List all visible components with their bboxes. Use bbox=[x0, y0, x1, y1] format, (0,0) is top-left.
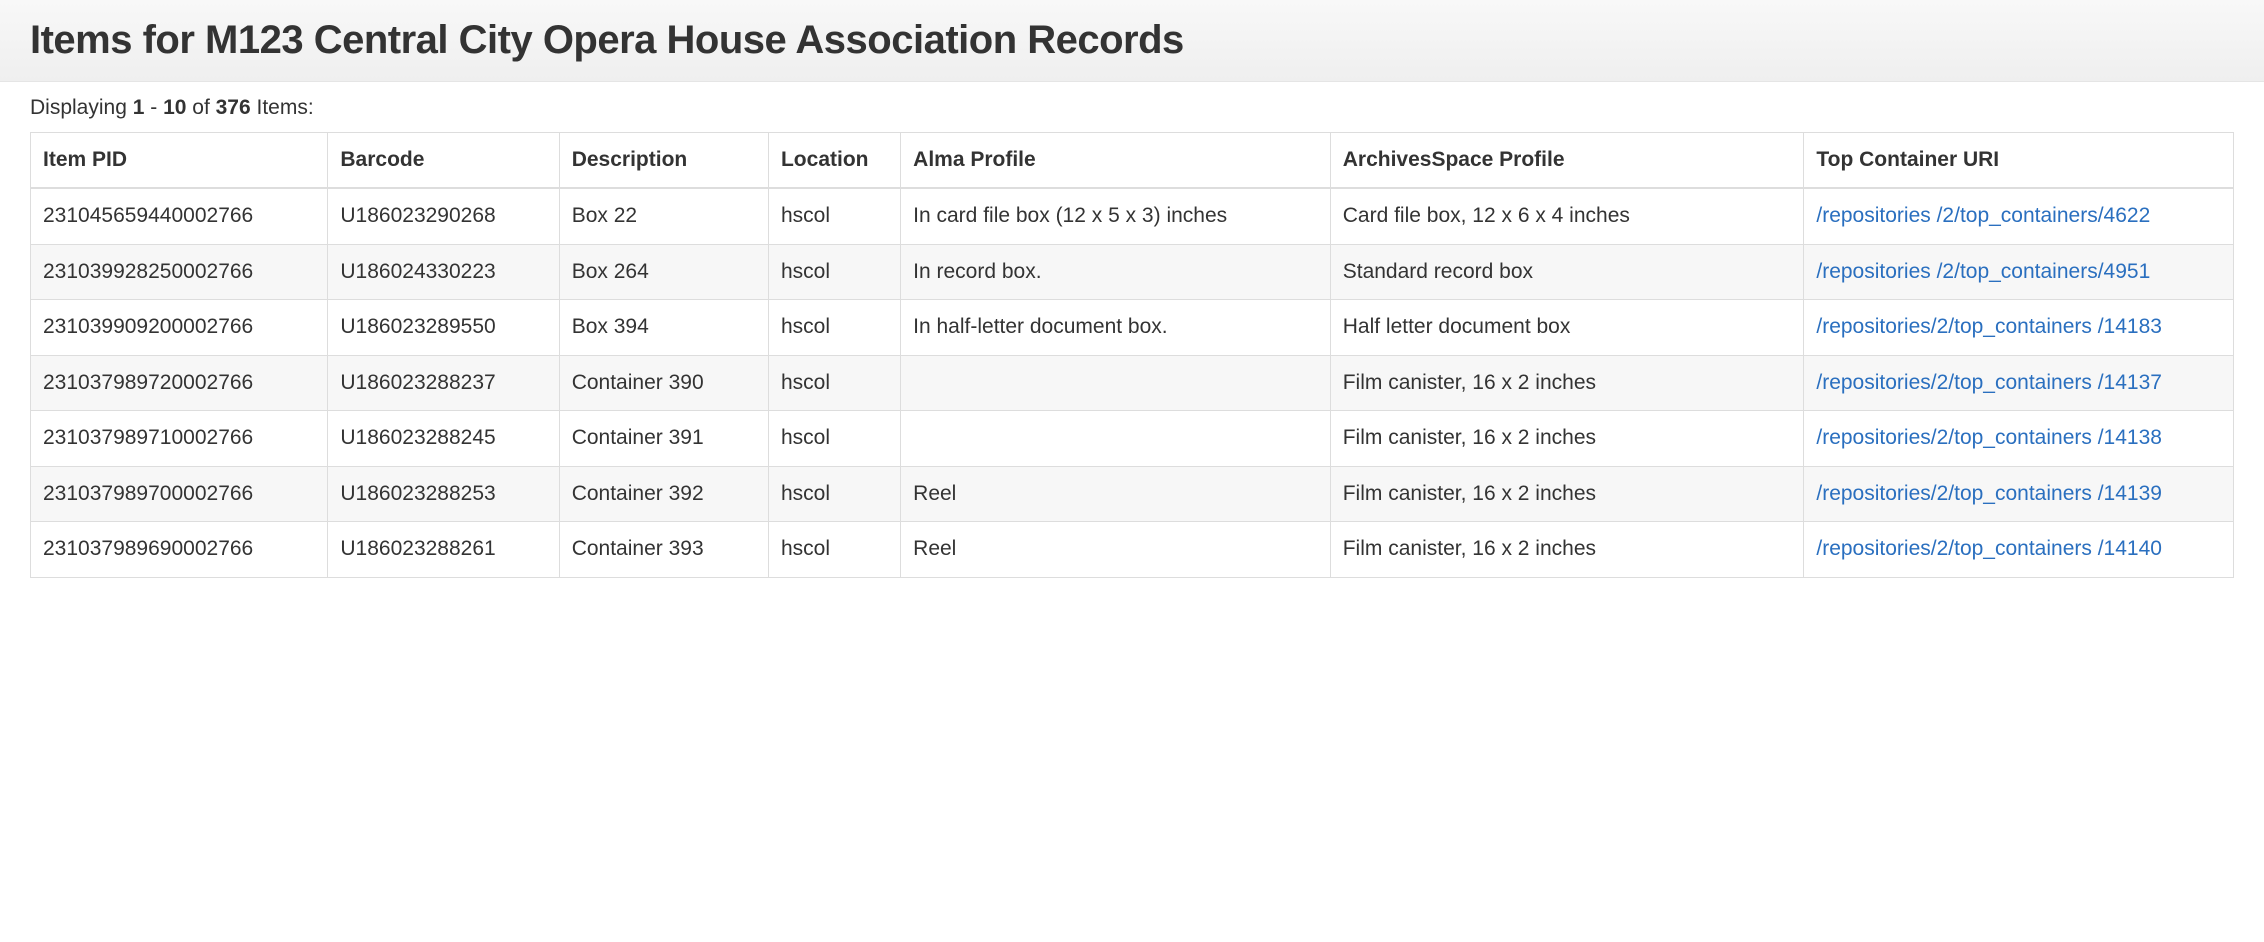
col-description[interactable]: Description bbox=[559, 133, 768, 189]
table-row: 231037989710002766U186023288245Container… bbox=[31, 411, 2234, 466]
items-tbody: 231045659440002766U186023290268Box 22hsc… bbox=[31, 188, 2234, 577]
cell-alma: Reel bbox=[901, 466, 1331, 521]
table-row: 231037989720002766U186023288237Container… bbox=[31, 355, 2234, 410]
cell-location: hscol bbox=[768, 522, 900, 577]
cell-top-container-uri: /repositories/2/top_containers /14137 bbox=[1804, 355, 2234, 410]
cell-location: hscol bbox=[768, 244, 900, 299]
page-header: Items for M123 Central City Opera House … bbox=[0, 0, 2264, 82]
cell-barcode: U186023288261 bbox=[328, 522, 559, 577]
top-container-link[interactable]: /repositories/2/top_containers /14139 bbox=[1816, 482, 2162, 505]
top-container-link[interactable]: /repositories/2/top_containers /14137 bbox=[1816, 371, 2162, 394]
cell-aspace: Half letter document box bbox=[1330, 300, 1804, 355]
summary-suffix: Items: bbox=[251, 96, 314, 119]
cell-location: hscol bbox=[768, 300, 900, 355]
cell-aspace: Standard record box bbox=[1330, 244, 1804, 299]
cell-alma: Reel bbox=[901, 522, 1331, 577]
cell-pid: 231037989710002766 bbox=[31, 411, 328, 466]
table-row: 231037989700002766U186023288253Container… bbox=[31, 466, 2234, 521]
cell-aspace: Film canister, 16 x 2 inches bbox=[1330, 466, 1804, 521]
cell-pid: 231045659440002766 bbox=[31, 188, 328, 244]
cell-description: Box 264 bbox=[559, 244, 768, 299]
cell-top-container-uri: /repositories /2/top_containers/4951 bbox=[1804, 244, 2234, 299]
cell-location: hscol bbox=[768, 411, 900, 466]
cell-top-container-uri: /repositories/2/top_containers /14138 bbox=[1804, 411, 2234, 466]
summary-to: 10 bbox=[163, 96, 186, 119]
cell-description: Container 392 bbox=[559, 466, 768, 521]
summary-dash: - bbox=[144, 96, 163, 119]
cell-barcode: U186024330223 bbox=[328, 244, 559, 299]
cell-alma: In record box. bbox=[901, 244, 1331, 299]
cell-pid: 231037989720002766 bbox=[31, 355, 328, 410]
summary-from: 1 bbox=[133, 96, 145, 119]
cell-top-container-uri: /repositories/2/top_containers /14183 bbox=[1804, 300, 2234, 355]
cell-aspace: Film canister, 16 x 2 inches bbox=[1330, 411, 1804, 466]
cell-aspace: Film canister, 16 x 2 inches bbox=[1330, 522, 1804, 577]
cell-description: Box 394 bbox=[559, 300, 768, 355]
col-item-pid[interactable]: Item PID bbox=[31, 133, 328, 189]
cell-description: Container 391 bbox=[559, 411, 768, 466]
cell-pid: 231037989700002766 bbox=[31, 466, 328, 521]
col-alma-profile[interactable]: Alma Profile bbox=[901, 133, 1331, 189]
cell-barcode: U186023288245 bbox=[328, 411, 559, 466]
page-title: Items for M123 Central City Opera House … bbox=[30, 18, 2234, 63]
cell-aspace: Card file box, 12 x 6 x 4 inches bbox=[1330, 188, 1804, 244]
cell-alma bbox=[901, 355, 1331, 410]
cell-alma bbox=[901, 411, 1331, 466]
cell-location: hscol bbox=[768, 188, 900, 244]
col-aspace-profile[interactable]: ArchivesSpace Profile bbox=[1330, 133, 1804, 189]
cell-barcode: U186023288253 bbox=[328, 466, 559, 521]
cell-aspace: Film canister, 16 x 2 inches bbox=[1330, 355, 1804, 410]
col-barcode[interactable]: Barcode bbox=[328, 133, 559, 189]
cell-location: hscol bbox=[768, 355, 900, 410]
top-container-link[interactable]: /repositories /2/top_containers/4951 bbox=[1816, 260, 2150, 283]
col-location[interactable]: Location bbox=[768, 133, 900, 189]
cell-description: Container 390 bbox=[559, 355, 768, 410]
table-row: 231039909200002766U186023289550Box 394hs… bbox=[31, 300, 2234, 355]
col-top-container[interactable]: Top Container URI bbox=[1804, 133, 2234, 189]
cell-barcode: U186023288237 bbox=[328, 355, 559, 410]
table-row: 231039928250002766U186024330223Box 264hs… bbox=[31, 244, 2234, 299]
cell-barcode: U186023289550 bbox=[328, 300, 559, 355]
cell-alma: In half-letter document box. bbox=[901, 300, 1331, 355]
cell-location: hscol bbox=[768, 466, 900, 521]
summary-prefix: Displaying bbox=[30, 96, 133, 119]
top-container-link[interactable]: /repositories/2/top_containers /14140 bbox=[1816, 537, 2162, 560]
cell-top-container-uri: /repositories/2/top_containers /14139 bbox=[1804, 466, 2234, 521]
top-container-link[interactable]: /repositories/2/top_containers /14183 bbox=[1816, 315, 2162, 338]
items-table-wrap: Item PID Barcode Description Location Al… bbox=[0, 132, 2264, 578]
cell-pid: 231039909200002766 bbox=[31, 300, 328, 355]
summary-of: of bbox=[186, 96, 215, 119]
cell-pid: 231037989690002766 bbox=[31, 522, 328, 577]
cell-top-container-uri: /repositories /2/top_containers/4622 bbox=[1804, 188, 2234, 244]
table-row: 231037989690002766U186023288261Container… bbox=[31, 522, 2234, 577]
results-summary: Displaying 1 - 10 of 376 Items: bbox=[0, 82, 2264, 132]
cell-alma: In card file box (12 x 5 x 3) inches bbox=[901, 188, 1331, 244]
summary-total: 376 bbox=[216, 96, 251, 119]
cell-description: Box 22 bbox=[559, 188, 768, 244]
cell-description: Container 393 bbox=[559, 522, 768, 577]
cell-top-container-uri: /repositories/2/top_containers /14140 bbox=[1804, 522, 2234, 577]
top-container-link[interactable]: /repositories/2/top_containers /14138 bbox=[1816, 426, 2162, 449]
cell-barcode: U186023290268 bbox=[328, 188, 559, 244]
items-table: Item PID Barcode Description Location Al… bbox=[30, 132, 2234, 578]
table-header-row: Item PID Barcode Description Location Al… bbox=[31, 133, 2234, 189]
table-row: 231045659440002766U186023290268Box 22hsc… bbox=[31, 188, 2234, 244]
cell-pid: 231039928250002766 bbox=[31, 244, 328, 299]
top-container-link[interactable]: /repositories /2/top_containers/4622 bbox=[1816, 204, 2150, 227]
